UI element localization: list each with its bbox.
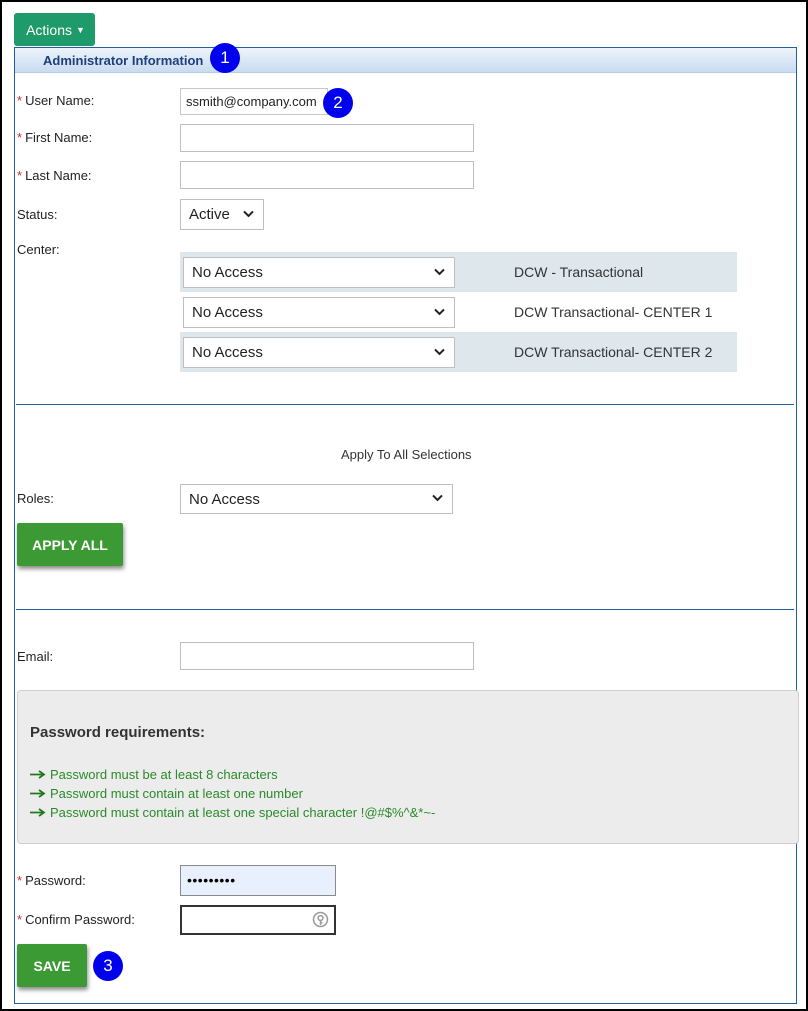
administrator-information-panel: Administrator Information — [14, 47, 797, 1004]
arrow-right-icon — [30, 786, 50, 801]
roles-select-value: No Access — [189, 490, 260, 508]
password-label-text: Password: — [25, 873, 86, 888]
password-manager-key-icon[interactable] — [312, 911, 329, 934]
roles-label: Roles: — [17, 491, 54, 506]
password-requirement-text: Password must contain at least one speci… — [50, 805, 436, 820]
email-label: Email: — [17, 649, 54, 664]
center-access-value: No Access — [192, 264, 263, 281]
callout-badge-1: 1 — [210, 43, 240, 73]
confirm-password-label: * Confirm Password: — [17, 912, 135, 927]
required-marker: * — [17, 93, 23, 108]
status-select-value: Active — [189, 206, 230, 223]
chevron-down-icon — [434, 306, 445, 318]
username-label-text: User Name: — [25, 93, 95, 108]
chevron-down-icon — [243, 208, 254, 220]
username-field[interactable]: ssmith@company.com — [180, 88, 328, 115]
password-requirements-box: Password requirements: Password must be … — [17, 690, 799, 844]
section-divider — [16, 609, 794, 610]
chevron-down-icon — [432, 492, 443, 504]
status-select[interactable]: Active — [180, 199, 264, 230]
last-name-label: * Last Name: — [17, 168, 92, 183]
window-frame: Actions ▼ Administrator Information 1 * U… — [0, 0, 808, 1011]
center-name: DCW Transactional- CENTER 2 — [514, 344, 713, 360]
center-name: DCW Transactional- CENTER 1 — [514, 304, 713, 320]
save-button[interactable]: SAVE — [17, 944, 87, 987]
last-name-field[interactable] — [180, 161, 474, 189]
callout-badge-3: 3 — [93, 951, 123, 981]
center-access-value: No Access — [192, 344, 263, 361]
first-name-label: * First Name: — [17, 130, 92, 145]
center-access-select[interactable]: No Access — [183, 337, 455, 368]
confirm-password-label-text: Confirm Password: — [25, 912, 135, 927]
last-name-label-text: Last Name: — [25, 168, 92, 183]
required-marker: * — [17, 873, 23, 888]
password-field[interactable]: ••••••••• — [180, 865, 336, 896]
center-access-value: No Access — [192, 304, 263, 321]
actions-button-label: Actions — [26, 21, 72, 38]
section-divider — [16, 404, 794, 405]
status-label: Status: — [17, 207, 58, 222]
center-row: No Access DCW Transactional- CENTER 1 — [180, 292, 737, 332]
center-access-table: No Access DCW - Transactional No Access … — [180, 252, 737, 372]
center-name: DCW - Transactional — [514, 264, 644, 280]
chevron-down-icon — [434, 346, 445, 358]
first-name-label-text: First Name: — [25, 130, 93, 145]
password-requirement-item: Password must be at least 8 characters — [30, 767, 278, 782]
required-marker: * — [17, 168, 23, 183]
caret-down-icon: ▼ — [76, 24, 85, 35]
chevron-down-icon — [434, 266, 445, 278]
apply-all-button[interactable]: APPLY ALL — [17, 523, 123, 566]
center-row: No Access DCW Transactional- CENTER 2 — [180, 332, 737, 372]
callout-badge-2: 2 — [323, 88, 353, 118]
required-marker: * — [17, 130, 23, 145]
password-requirement-item: Password must contain at least one speci… — [30, 805, 435, 820]
panel-title: Administrator Information — [43, 53, 204, 68]
email-field[interactable] — [180, 642, 474, 670]
panel-header: Administrator Information — [15, 48, 796, 73]
center-label: Center: — [17, 242, 60, 257]
center-row: No Access DCW - Transactional — [180, 252, 737, 292]
apply-all-heading: Apply To All Selections — [341, 447, 472, 462]
required-marker: * — [17, 912, 23, 927]
arrow-right-icon — [30, 805, 50, 820]
first-name-field[interactable] — [180, 124, 474, 152]
username-label: * User Name: — [17, 93, 94, 108]
arrow-right-icon — [30, 767, 50, 782]
confirm-password-field[interactable] — [180, 905, 336, 935]
password-requirement-text: Password must be at least 8 characters — [50, 767, 278, 782]
roles-select[interactable]: No Access — [180, 484, 453, 514]
password-label: * Password: — [17, 873, 86, 888]
center-access-select[interactable]: No Access — [183, 257, 455, 288]
actions-button[interactable]: Actions ▼ — [14, 13, 95, 46]
password-requirements-title: Password requirements: — [30, 724, 206, 741]
center-access-select[interactable]: No Access — [183, 297, 455, 328]
password-requirement-item: Password must contain at least one numbe… — [30, 786, 303, 801]
password-requirement-text: Password must contain at least one numbe… — [50, 786, 303, 801]
